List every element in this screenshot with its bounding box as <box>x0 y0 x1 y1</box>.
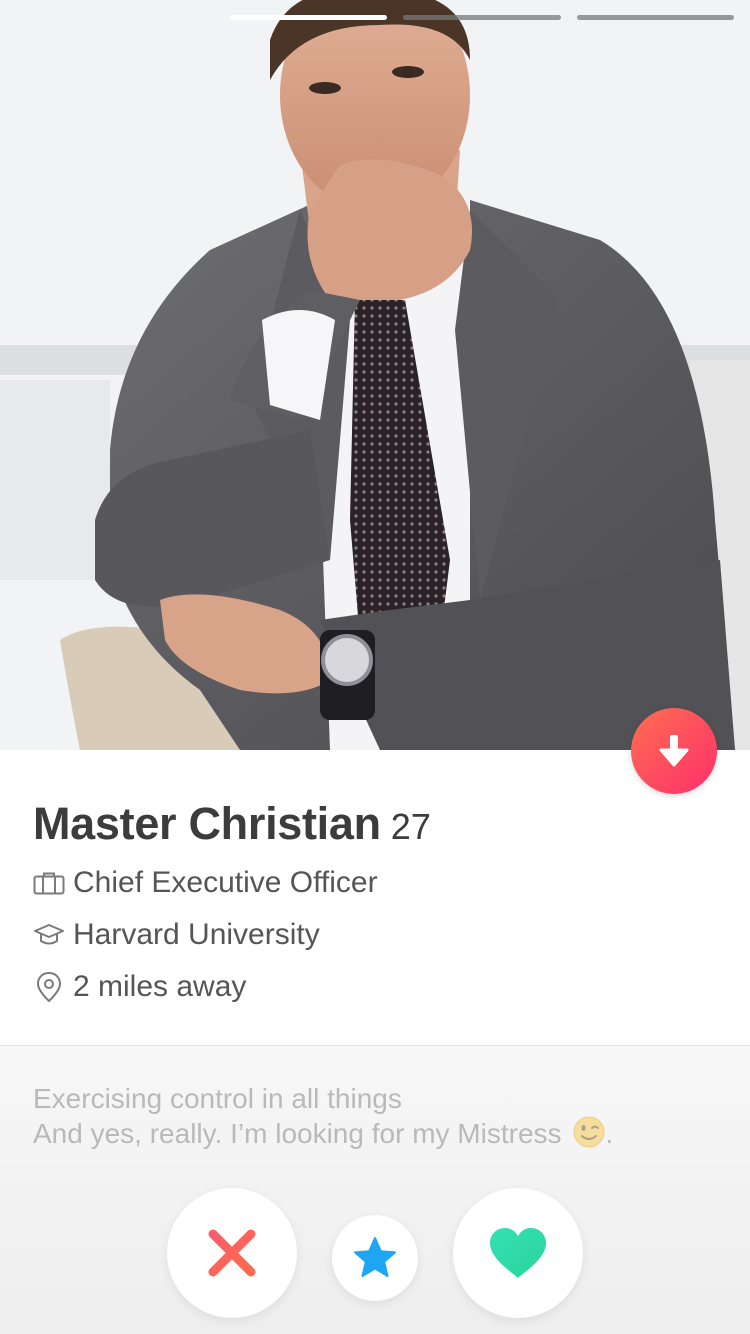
star-icon <box>354 1237 396 1277</box>
winking-face-emoji-icon <box>572 1115 606 1149</box>
profile-school: Harvard University <box>33 918 320 952</box>
like-button[interactable] <box>453 1188 583 1318</box>
profile-job: Chief Executive Officer <box>33 866 378 900</box>
briefcase-icon <box>33 867 65 899</box>
photo-progress-segment[interactable] <box>403 15 561 20</box>
profile-distance: 2 miles away <box>33 970 246 1004</box>
location-pin-icon <box>33 971 65 1003</box>
distance-text: 2 miles away <box>73 970 247 1003</box>
x-icon <box>208 1229 256 1277</box>
job-title: Chief Executive Officer <box>73 866 378 899</box>
photo-progress-bar <box>230 15 734 21</box>
photo-progress-segment[interactable] <box>230 15 388 20</box>
profile-name: Master Christian <box>33 798 381 849</box>
school-name: Harvard University <box>73 918 320 951</box>
profile-photo-illustration <box>0 0 750 750</box>
profile-header: Master Christian 27 <box>33 798 431 850</box>
profile-bio: Exercising control in all things And yes… <box>33 1082 613 1150</box>
super-like-button[interactable] <box>332 1215 418 1301</box>
heart-icon <box>490 1228 546 1278</box>
collapse-info-button[interactable] <box>631 708 717 794</box>
profile-photo[interactable] <box>0 0 750 750</box>
graduation-cap-icon <box>33 919 65 951</box>
arrow-down-icon <box>659 735 689 767</box>
profile-age: 27 <box>390 806 431 847</box>
nope-button[interactable] <box>167 1188 297 1318</box>
bio-line: Exercising control in all things <box>33 1083 402 1114</box>
bio-line: And yes, really. I’m looking for my Mist… <box>33 1115 613 1150</box>
photo-progress-segment[interactable] <box>576 15 734 20</box>
